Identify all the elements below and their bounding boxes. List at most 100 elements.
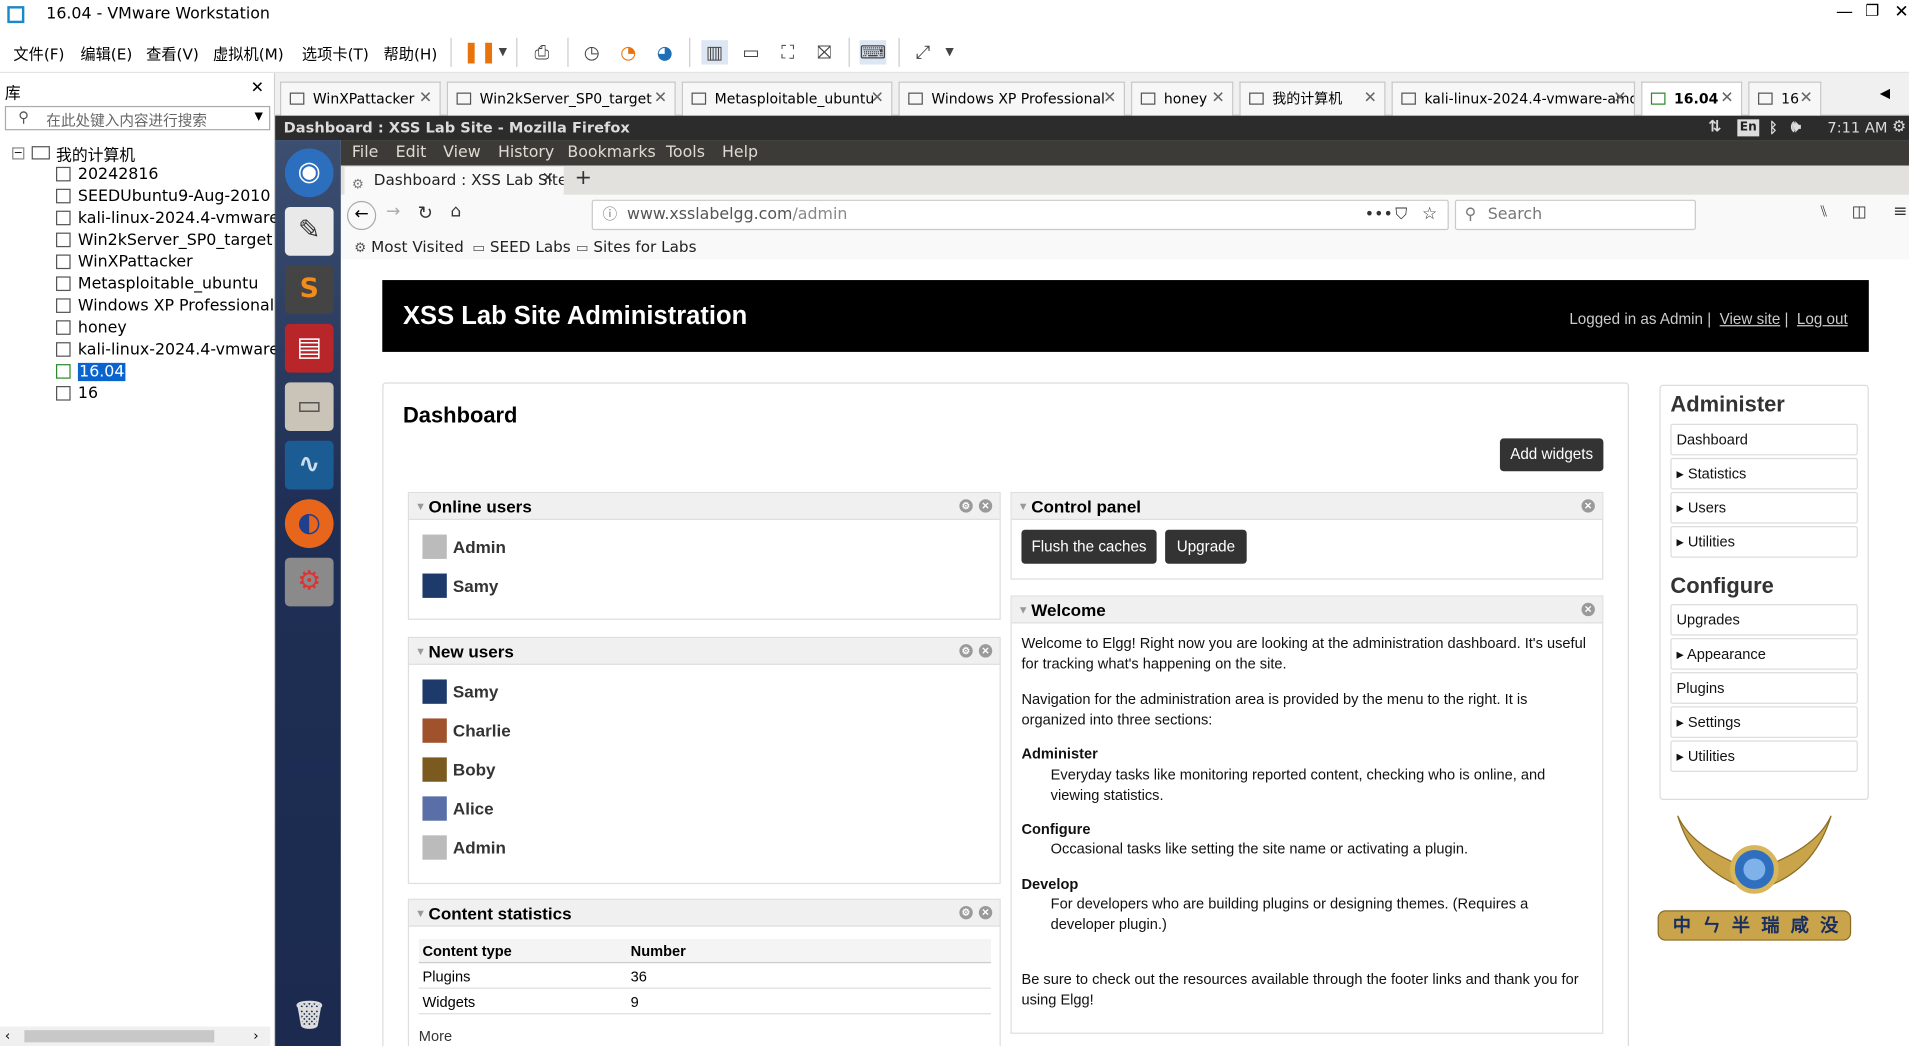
ff-menu-file[interactable]: File [352,140,378,166]
close-icon[interactable]: ✕ [419,83,432,115]
ff-menu-help[interactable]: Help [722,140,758,166]
trash-icon[interactable]: 🗑 [285,992,334,1041]
menu-vm[interactable]: 虚拟机(M) [213,41,284,64]
maximize-button[interactable]: ❐ [1865,2,1879,20]
user-row[interactable]: Samy [422,677,498,706]
forward-button[interactable]: → [386,202,400,221]
close-icon[interactable]: ✕ [1581,602,1595,617]
unity-icon[interactable]: ⛝ [811,40,838,64]
close-icon[interactable]: ✕ [251,79,264,97]
user-row[interactable]: Boby [422,755,496,784]
tree-item-selected[interactable]: 16.04 [56,362,126,384]
tree-root[interactable]: 我的计算机 [56,142,135,165]
vm-tab[interactable]: 我的计算机 ✕ [1239,81,1386,116]
close-icon[interactable]: ✕ [1613,83,1626,115]
user-row[interactable]: Admin [422,532,506,561]
bookmark-sites-for-labs[interactable]: ▭ Sites for Labs [576,236,697,259]
sidebar-item-users[interactable]: ▸ Users [1670,491,1858,524]
sidebar-item-settings[interactable]: ▸ Settings [1670,706,1858,738]
widget-header[interactable]: ▼ New users ⚙ ✕ [409,638,1000,665]
tree-item[interactable]: kali-linux-2024.4-vmware-a [56,208,294,230]
view-site-link[interactable]: View site [1720,311,1781,328]
home-button[interactable]: ⌂ [450,202,461,221]
menu-tabs[interactable]: 选项卡(T) [302,41,369,64]
tab-scroll-left-icon[interactable]: ◀ [1880,85,1890,101]
gear-icon[interactable]: ⚙ [959,499,973,513]
menu-edit[interactable]: 编辑(E) [80,41,132,64]
gear-icon[interactable]: ⚙ [959,644,973,658]
log-out-link[interactable]: Log out [1797,311,1848,328]
clock[interactable]: 7:11 AM [1827,116,1887,140]
widget-header[interactable]: ▼ Control panel ✕ [1011,493,1603,520]
tree-item[interactable]: 20242816 [56,164,158,186]
back-button[interactable]: ← [346,200,377,231]
more-link[interactable]: More [419,1028,452,1045]
collapse-arrow-icon[interactable]: ▼ [1018,597,1029,624]
close-icon[interactable]: ✕ [1103,83,1116,115]
bookmark-seed-labs[interactable]: ▭ SEED Labs [472,236,570,259]
vm-tab[interactable]: Windows XP Professional ✕ [898,81,1125,116]
menu-file[interactable]: 文件(F) [13,41,64,64]
sidebar-item-appearance[interactable]: ▸ Appearance [1670,638,1858,670]
library-view-icon[interactable]: ▥ [701,40,729,65]
scroll-left-icon[interactable]: ‹ [5,1028,10,1044]
ff-menu-history[interactable]: History [498,140,554,166]
vm-tab[interactable]: Win2kServer_SP0_target ✕ [446,81,676,116]
sidebar-item-statistics[interactable]: ▸ Statistics [1670,457,1858,490]
text-editor-icon[interactable]: ✎ [284,207,334,256]
tree-item[interactable]: Metasploitable_ubuntu [56,274,258,296]
tree-item[interactable]: 16 [56,384,98,406]
close-icon[interactable]: ✕ [654,83,667,115]
vm-tab[interactable]: WinXPattacker ✕ [280,81,441,116]
keyboard-indicator[interactable]: En [1737,119,1760,137]
bookmark-most-visited[interactable]: ⚙ Most Visited [354,236,464,259]
horizontal-scrollbar[interactable]: ‹ › [0,1026,271,1046]
firefox-tab[interactable]: ⚙ Dashboard : XSS Lab Site [344,166,564,195]
sidebar-item-config-utilities[interactable]: ▸ Utilities [1670,740,1858,773]
close-icon[interactable]: ✕ [1211,83,1224,115]
widget-header[interactable]: ▼ Online users ⚙ ✕ [409,493,1000,520]
collapse-arrow-icon[interactable]: ▼ [1018,493,1029,520]
flush-caches-button[interactable]: Flush the caches [1021,529,1157,564]
user-row[interactable]: Samy [422,571,498,600]
vm-tab[interactable]: Metasploitable_ubuntu ✕ [681,81,893,116]
close-icon[interactable]: ✕ [1364,83,1377,115]
widget-header[interactable]: ▼ Content statistics ⚙ ✕ [409,899,1000,927]
menu-help[interactable]: 帮助(H) [384,41,438,64]
search-input[interactable]: ⚲ Search [1454,199,1696,231]
sidebar-item-utilities[interactable]: ▸ Utilities [1670,526,1858,558]
console-icon[interactable]: ⌨ [859,40,887,65]
chevron-down-icon[interactable]: ▼ [254,111,262,123]
vm-tab[interactable]: kali-linux-2024.4-vmware-amd64 ✕ [1391,81,1636,116]
vm-tab[interactable]: 16 ✕ [1748,81,1822,116]
volume-icon[interactable]: 🕪 [1791,116,1801,140]
scroll-right-icon[interactable]: › [253,1028,258,1044]
collapse-arrow-icon[interactable]: ▼ [415,900,426,927]
fullscreen-icon[interactable]: ⛶ [774,40,801,64]
close-icon[interactable]: ✕ [1581,499,1595,513]
close-icon[interactable]: ✕ [871,83,884,115]
tree-collapse-icon[interactable]: − [12,147,25,160]
vm-tab[interactable]: honey ✕ [1131,81,1234,116]
pause-icon[interactable]: ❚❚ [463,40,498,64]
tree-item[interactable]: Win2kServer_SP0_target [56,230,272,252]
url-bar[interactable]: ⓘ www.xsslabelgg.com/admin ••• ⛉ ☆ [591,199,1449,231]
menu-view[interactable]: 查看(V) [146,41,199,64]
minimize-button[interactable]: — [1836,2,1853,21]
sublime-text-icon[interactable]: S [284,265,334,315]
revert-snapshot-icon[interactable]: ◔ [615,40,642,64]
chevron-down-icon[interactable]: ▼ [489,40,516,64]
ff-menu-edit[interactable]: Edit [396,140,427,166]
stretch-icon[interactable]: ⤢ [909,40,936,64]
network-icon[interactable]: ⇅ [1708,116,1721,140]
info-icon[interactable]: ⓘ [603,201,618,229]
file-manager-icon[interactable]: ▭ [284,382,334,432]
sidebar-toggle-icon[interactable]: ◫ [1852,203,1867,221]
widget-header[interactable]: ▼ Welcome ✕ [1011,596,1603,624]
ubuntu-dash-icon[interactable]: ◉ [284,148,334,198]
gear-icon[interactable]: ⚙ [1892,116,1906,140]
tree-item[interactable]: kali-linux-2024.4-vmware-a [56,340,294,362]
reload-button[interactable]: ↻ [418,202,433,224]
new-tab-button[interactable]: + [575,166,592,190]
library-search-input[interactable]: ⚲ 在此处键入内容进行搜索 ▼ [4,105,271,131]
